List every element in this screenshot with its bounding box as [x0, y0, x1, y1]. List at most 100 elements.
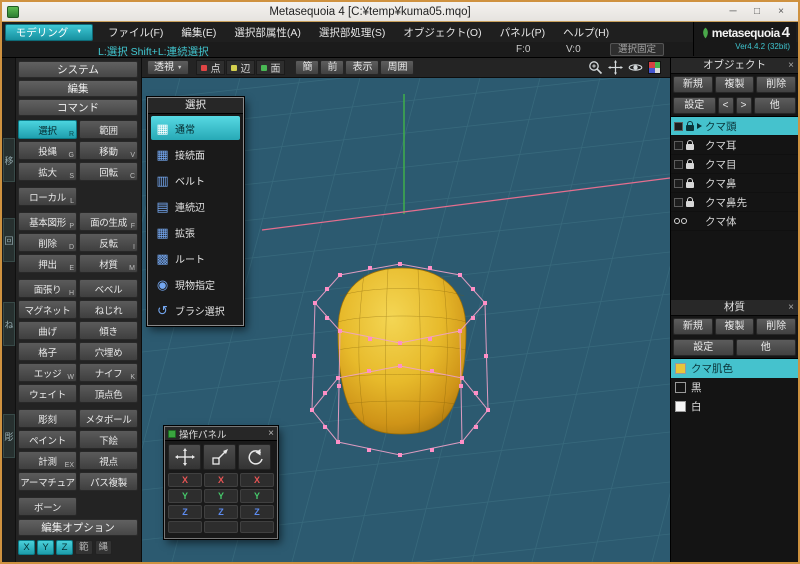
vertical-tab[interactable]: 回	[3, 218, 15, 262]
maximize-button[interactable]: □	[745, 6, 769, 17]
command-button[interactable]: 回転 C	[79, 162, 138, 181]
material-list-item[interactable]: 黒	[671, 378, 798, 397]
command-button[interactable]: ローカル L	[18, 187, 77, 206]
object-list-item[interactable]: クマ目	[671, 155, 798, 174]
command-button[interactable]: エッジ W	[18, 363, 77, 382]
menu-item[interactable]: オブジェクト(O)	[394, 25, 490, 40]
close-button[interactable]: ×	[769, 6, 793, 17]
lock-icon[interactable]	[686, 177, 694, 188]
selection-mode-item[interactable]: ↺ ブラシ選択	[151, 298, 240, 322]
selection-panel[interactable]: 選択 ▦ 通常 ▦ 接続面 ▥ ベルト ▤ 連続辺 ▦ 拡張 ▩ ルート ◉ 現…	[147, 97, 244, 326]
command-button[interactable]: ペイント	[18, 430, 77, 449]
axis-button[interactable]: Y	[204, 489, 238, 503]
command-button[interactable]: 穴埋め	[79, 342, 138, 361]
view-color-mode-icon[interactable]	[648, 61, 661, 74]
selection-mode-item[interactable]: ▥ ベルト	[151, 168, 240, 192]
command-button[interactable]: ウェイト	[18, 384, 77, 403]
panel-header-command[interactable]: コマンド	[18, 99, 138, 116]
command-button[interactable]: 範囲	[79, 120, 138, 139]
command-button[interactable]: アーマチュア	[18, 472, 77, 491]
close-icon[interactable]: ×	[788, 300, 794, 315]
expand-arrow-icon[interactable]	[697, 123, 702, 129]
command-button[interactable]: 拡大 S	[18, 162, 77, 181]
command-button[interactable]: 面の生成 F	[79, 212, 138, 231]
command-button[interactable]: 選択 R	[18, 120, 77, 139]
material-other-button[interactable]: 他	[735, 339, 796, 356]
command-button[interactable]: 面張り H	[18, 279, 77, 298]
material-list-item[interactable]: 白	[671, 397, 798, 416]
menu-item[interactable]: 選択部属性(A)	[225, 25, 310, 40]
object-list-item[interactable]: クマ頭	[671, 117, 798, 136]
selection-mode-item[interactable]: ▦ 接続面	[151, 142, 240, 166]
close-icon[interactable]: ×	[788, 58, 794, 73]
axis-toggle-button[interactable]: Y	[37, 540, 54, 555]
title-bar[interactable]: Metasequoia 4 [C:¥temp¥kuma05.mqo] ─ □ ×	[2, 2, 798, 22]
model-body[interactable]	[337, 267, 467, 435]
close-icon[interactable]: ×	[268, 428, 274, 439]
lock-icon[interactable]	[686, 120, 694, 131]
object-list-item[interactable]: クマ鼻先	[671, 193, 798, 212]
command-button[interactable]: 基本図形 P	[18, 212, 77, 231]
visibility-checkbox[interactable]	[674, 140, 683, 150]
visibility-checkbox[interactable]	[674, 178, 683, 188]
zoom-icon[interactable]	[588, 60, 603, 75]
object-other-button[interactable]: 他	[753, 97, 796, 114]
rotate-view-icon[interactable]	[628, 60, 643, 75]
command-button[interactable]: 移動 V	[79, 141, 138, 160]
view-button[interactable]: 表示	[345, 60, 380, 75]
axis-toggle-button[interactable]: 範	[75, 540, 93, 555]
operation-panel-titlebar[interactable]: 操作パネル ×	[165, 427, 277, 441]
command-button[interactable]: マグネット	[18, 300, 77, 319]
axis-button[interactable]: Y	[240, 489, 274, 503]
vertical-tab[interactable]: 移	[3, 138, 15, 182]
command-button[interactable]: 押出 E	[18, 254, 77, 273]
command-button[interactable]: 下絵	[79, 430, 138, 449]
visibility-checkbox[interactable]	[674, 159, 683, 169]
object-next-button[interactable]: >	[735, 97, 752, 114]
menu-item[interactable]: 編集(E)	[172, 25, 225, 40]
element-mode-toggle[interactable]: 面	[256, 60, 286, 75]
material-list-item[interactable]: クマ肌色	[671, 359, 798, 378]
lock-icon[interactable]	[686, 196, 694, 207]
command-button[interactable]: ナイフ K	[79, 363, 138, 382]
command-button[interactable]: 曲げ	[18, 321, 77, 340]
command-button[interactable]: 材質 M	[79, 254, 138, 273]
selection-mode-item[interactable]: ▦ 拡張	[151, 220, 240, 244]
vertical-tab[interactable]: 彫	[3, 414, 15, 458]
object-list-item[interactable]: クマ体	[671, 212, 798, 231]
menu-item[interactable]: パネル(P)	[491, 25, 555, 40]
object-list-item[interactable]: クマ耳	[671, 136, 798, 155]
perspective-button[interactable]: 透視 ▼	[147, 60, 190, 75]
axis-button[interactable]: Z	[168, 505, 202, 519]
axis-toggle-button[interactable]: 縄	[94, 540, 113, 555]
command-button[interactable]: ボーン	[18, 497, 77, 516]
eye-icon[interactable]	[674, 218, 687, 224]
command-button[interactable]: メタボール	[79, 409, 138, 428]
object-prev-button[interactable]: <	[717, 97, 734, 114]
material-panel-header[interactable]: 材質 ×	[671, 300, 798, 316]
command-button[interactable]: 反転 I	[79, 233, 138, 252]
object-action-button[interactable]: 削除	[756, 76, 797, 93]
view-button[interactable]: 簡	[295, 60, 320, 75]
command-button[interactable]: 格子	[18, 342, 77, 361]
selection-lock-button[interactable]: 選択固定	[609, 43, 664, 56]
command-button[interactable]: 削除 D	[18, 233, 77, 252]
object-list-item[interactable]: クマ鼻	[671, 174, 798, 193]
command-button[interactable]: 頂点色	[79, 384, 138, 403]
element-mode-toggle[interactable]: 辺	[226, 60, 256, 75]
object-action-button[interactable]: 複製	[714, 76, 755, 93]
axis-button[interactable]: Y	[168, 489, 202, 503]
material-action-button[interactable]: 削除	[756, 318, 797, 335]
command-button[interactable]: ベベル	[79, 279, 138, 298]
menu-item[interactable]: ファイル(F)	[99, 25, 172, 40]
panel-header-edit[interactable]: 編集	[18, 80, 138, 97]
selection-mode-item[interactable]: ▤ 連続辺	[151, 194, 240, 218]
panel-header-edit-options[interactable]: 編集オプション	[18, 519, 138, 536]
minimize-button[interactable]: ─	[721, 6, 745, 17]
object-panel-header[interactable]: オブジェクト ×	[671, 58, 798, 74]
vertical-tab[interactable]: ね	[3, 302, 15, 346]
visibility-checkbox[interactable]	[674, 121, 683, 131]
command-button[interactable]: 視点	[79, 451, 138, 470]
menu-item[interactable]: 選択部処理(S)	[310, 25, 395, 40]
menu-item[interactable]: ヘルプ(H)	[554, 25, 618, 40]
